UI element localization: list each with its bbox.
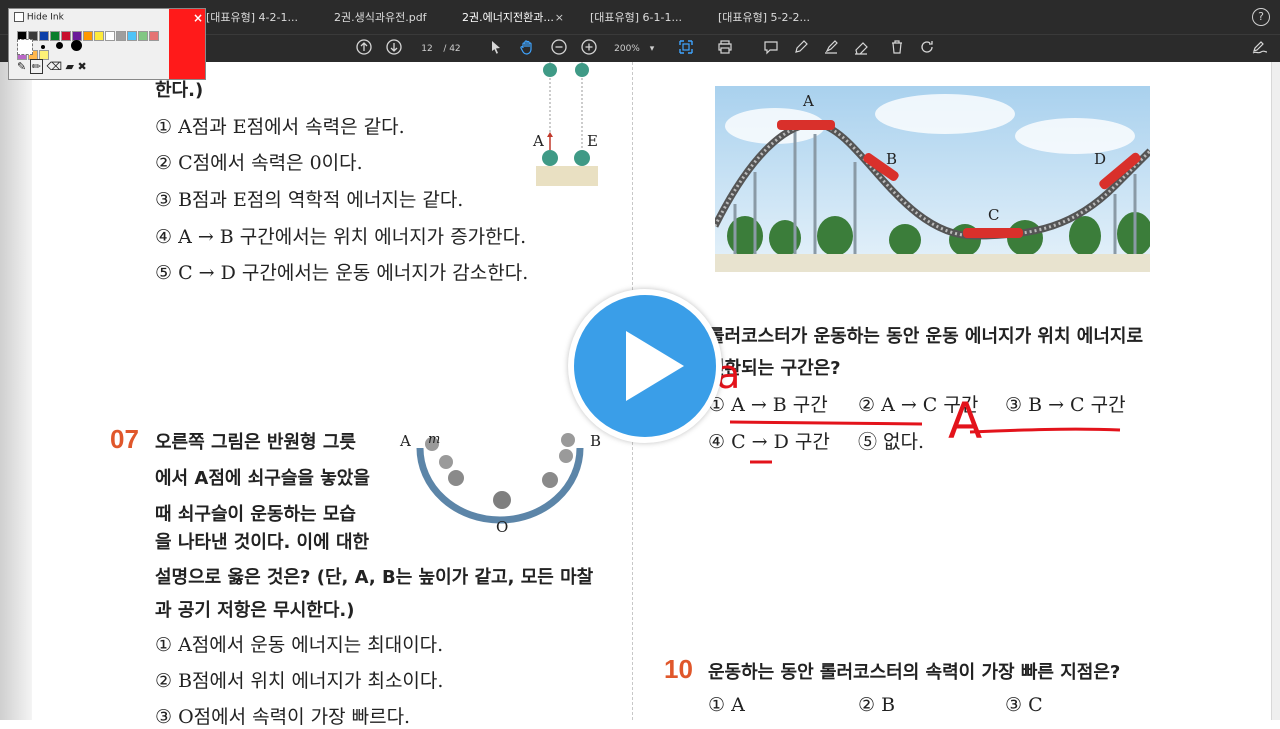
page-down-icon[interactable] — [385, 39, 403, 59]
page-edge-shadow — [0, 62, 32, 720]
zoom-level-select[interactable]: 200% — [612, 39, 642, 59]
coaster-label-b: B — [886, 150, 898, 168]
highlighter-icon[interactable] — [822, 39, 840, 59]
label-e: E — [587, 132, 598, 150]
coaster-label-c: C — [988, 206, 1000, 224]
roller-coaster-image — [715, 86, 1150, 272]
clear-ink-icon[interactable]: ✖ — [77, 60, 86, 73]
pen-size-small-icon[interactable] — [41, 45, 45, 49]
play-button[interactable] — [568, 289, 722, 443]
color-swatch[interactable] — [94, 31, 104, 41]
chevron-down-icon[interactable]: ▾ — [646, 39, 658, 59]
coaster-label-a: A — [803, 92, 814, 110]
color-swatch[interactable] — [149, 31, 159, 41]
option: ② C점에서 속력은 0이다. — [155, 152, 363, 174]
close-icon[interactable]: × — [193, 11, 203, 25]
label-a: A — [533, 132, 544, 150]
tab-3-active[interactable]: 2권.에너지전환과... × — [462, 6, 564, 30]
page-number-input[interactable]: 12 — [418, 39, 436, 59]
hide-ink-checkbox[interactable] — [14, 12, 24, 22]
q07-line: 오른쪽 그림은 반원형 그릇 — [155, 432, 356, 453]
q10-option: ① A — [708, 694, 745, 716]
color-swatch[interactable] — [61, 31, 71, 41]
color-swatch[interactable] — [39, 31, 49, 41]
option: ③ B점과 E점의 역학적 에너지는 같다. — [155, 189, 464, 211]
tab-5[interactable]: [대표유형] 5-2-2... — [718, 6, 828, 30]
bowl-label-a: A — [400, 432, 411, 450]
ink-tools-row: ✎ ✏ ⌫ ▰ ✖ — [17, 59, 127, 74]
color-swatch[interactable] — [138, 31, 148, 41]
hide-ink-toggle[interactable]: Hide Ink — [14, 12, 64, 23]
pen-size-selector[interactable] — [17, 39, 33, 55]
question-number-07: 07 — [110, 424, 139, 454]
tab-2[interactable]: 2권.생식과유전.pdf — [334, 6, 444, 30]
pen-icon[interactable] — [792, 39, 810, 59]
q07-option: ① A점에서 운동 에너지는 최대이다. — [155, 634, 444, 656]
tab-close-icon[interactable]: × — [555, 6, 564, 30]
q07-line: 을 나타낸 것이다. 이에 대한 — [155, 532, 370, 553]
q07-line: 때 쇠구슬이 운동하는 모습 — [155, 504, 356, 525]
q07-option: ③ O점에서 속력이 가장 빠르다. — [155, 706, 411, 728]
tab-label: [대표유형] 5-2-2... — [718, 11, 810, 24]
ink-tool-panel: × Hide Ink ✎ ✏ ⌫ ▰ ✖ — [8, 8, 206, 80]
option: ① A점과 E점에서 속력은 같다. — [155, 116, 405, 138]
highlighter-tool-icon[interactable]: ▰ — [66, 60, 74, 73]
color-palette[interactable] — [17, 26, 167, 60]
bowl-label-m: m — [428, 432, 441, 447]
option: ⑤ C → D 구간에서는 운동 에너지가 감소한다. — [155, 262, 529, 284]
q10-option: ② B — [858, 694, 896, 716]
redo-icon[interactable] — [918, 39, 936, 59]
tab-label: 2권.생식과유전.pdf — [334, 11, 427, 24]
q07-line: 과 공기 저항은 무시한다.) — [155, 600, 355, 621]
question-number-10: 10 — [664, 654, 693, 684]
page-up-icon[interactable] — [355, 39, 373, 59]
fit-page-icon[interactable] — [676, 39, 696, 59]
tab-label: 2권.에너지전환과... — [462, 11, 554, 24]
option: ④ A → B 구간에서는 위치 에너지가 증가한다. — [155, 226, 527, 248]
handwriting-annotations — [729, 420, 1121, 464]
pendulum-figure — [536, 62, 598, 186]
bowl-label-o: O — [496, 518, 509, 536]
pen-tool-selected-icon[interactable]: ✏ — [29, 59, 43, 74]
sign-icon[interactable] — [1250, 39, 1270, 59]
tab-label: [대표유형] 6-1-1... — [590, 11, 682, 24]
color-swatch[interactable] — [127, 31, 137, 41]
pen-tool-icon[interactable]: ✎ — [17, 60, 26, 73]
tab-4[interactable]: [대표유형] 6-1-1... — [590, 6, 700, 30]
page-total: / 42 — [443, 44, 461, 54]
q10-option: ③ C — [1005, 694, 1043, 716]
q10-text: 운동하는 동안 롤러코스터의 속력이 가장 빠른 지점은? — [708, 662, 1121, 683]
eraser-icon[interactable] — [852, 39, 870, 59]
color-swatch[interactable] — [105, 31, 115, 41]
zoom-out-icon[interactable] — [550, 39, 568, 59]
q07-option: ② B점에서 위치 에너지가 최소이다. — [155, 670, 444, 692]
handwriting-a-large: A — [948, 392, 983, 450]
color-swatch[interactable] — [50, 31, 60, 41]
zoom-in-icon[interactable] — [580, 39, 598, 59]
hand-tool-icon[interactable] — [518, 39, 536, 59]
tab-1[interactable]: [대표유형] 4-2-1... — [206, 6, 316, 30]
delete-icon[interactable] — [888, 39, 906, 59]
bowl-label-b: B — [590, 432, 602, 450]
print-icon[interactable] — [716, 39, 734, 59]
select-cursor-icon[interactable] — [488, 39, 504, 59]
tab-label: [대표유형] 4-2-1... — [206, 11, 298, 24]
pen-size-medium-icon[interactable] — [56, 42, 63, 49]
help-icon[interactable]: ? — [1252, 8, 1270, 26]
q09-line: 롤러코스터가 운동하는 동안 운동 에너지가 위치 에너지로 — [708, 326, 1144, 347]
eraser-tool-icon[interactable]: ⌫ — [46, 60, 62, 73]
q07-line: 설명으로 옳은 것은? (단, A, B는 높이가 같고, 모든 마찰 — [155, 567, 594, 588]
comment-icon[interactable] — [762, 39, 780, 59]
scrollbar[interactable] — [1271, 62, 1280, 720]
color-swatch[interactable] — [83, 31, 93, 41]
hide-ink-label: Hide Ink — [26, 12, 64, 23]
q07-line: 에서 A점에 쇠구슬을 놓았을 — [155, 468, 370, 489]
play-icon — [626, 331, 684, 401]
coaster-label-d: D — [1094, 150, 1107, 168]
pen-size-large-icon[interactable] — [71, 40, 82, 51]
color-swatch[interactable] — [116, 31, 126, 41]
